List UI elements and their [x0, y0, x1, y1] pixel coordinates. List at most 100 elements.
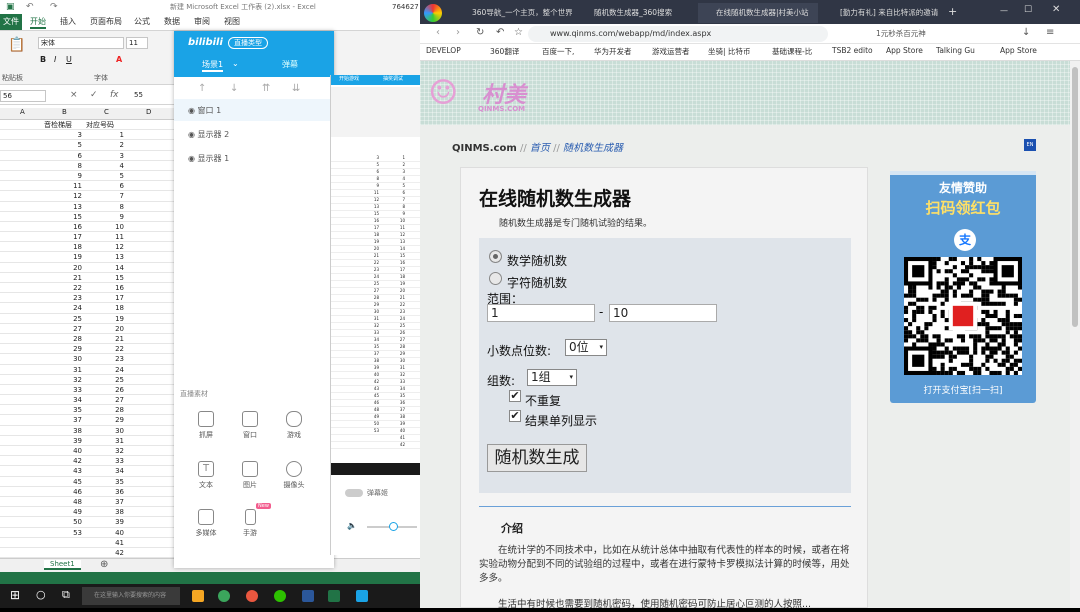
italic-icon[interactable]: I	[54, 55, 56, 64]
cell-b[interactable]: 30	[44, 354, 82, 364]
cell-c[interactable]: 20	[86, 324, 124, 334]
tab-view[interactable]: 视图	[224, 16, 240, 27]
tab-danmaku[interactable]: 弹幕	[282, 59, 298, 70]
cortana-icon[interactable]: ○	[36, 588, 46, 601]
maximize-icon[interactable]: ☐	[1024, 5, 1032, 15]
cell-b[interactable]: 33	[44, 385, 82, 395]
function-icon[interactable]: fx	[110, 90, 119, 100]
cell-b[interactable]: 9	[44, 171, 82, 181]
column-a[interactable]: A	[20, 108, 25, 116]
decimal-select[interactable]: 0位 ▾	[565, 339, 607, 356]
bookmark[interactable]: App Store	[1000, 46, 1037, 55]
new-tab-icon[interactable]: +	[948, 5, 957, 18]
font-name-select[interactable]: 宋体	[38, 37, 124, 49]
eye-icon[interactable]: ◉	[188, 106, 198, 115]
bookmark[interactable]: Talking Gu	[936, 46, 975, 55]
tab-page-layout[interactable]: 页面布局	[90, 16, 122, 27]
cell-b[interactable]: 11	[44, 181, 82, 191]
tab-scene[interactable]: 场景1	[202, 59, 224, 72]
cell-c[interactable]: 8	[86, 202, 124, 212]
cell-c[interactable]: 13	[86, 252, 124, 262]
tab-data[interactable]: 数据	[164, 16, 180, 27]
cell-c[interactable]: 3	[86, 151, 124, 161]
cell-b[interactable]: 31	[44, 365, 82, 375]
cell-c[interactable]: 1	[86, 130, 124, 140]
cell-b[interactable]: 15	[44, 212, 82, 222]
bookmark[interactable]: 360翻译	[490, 46, 519, 57]
cell-c[interactable]: 16	[86, 283, 124, 293]
volume-slider-thumb[interactable]	[389, 522, 398, 531]
cell-c[interactable]: 34	[86, 466, 124, 476]
single-column-checkbox[interactable]: ✔	[509, 410, 521, 422]
cell-c[interactable]: 21	[86, 334, 124, 344]
cell-b[interactable]: 42	[44, 456, 82, 466]
tab-review[interactable]: 审阅	[194, 16, 210, 27]
tab-file[interactable]: 文件	[0, 14, 22, 30]
cell-b[interactable]: 27	[44, 324, 82, 334]
scene-dropdown-icon[interactable]: ⌄	[232, 59, 239, 68]
cell-b[interactable]: 40	[44, 446, 82, 456]
sheet-tab[interactable]: Sheet1	[44, 560, 81, 570]
add-sheet-icon[interactable]: ⊕	[100, 559, 108, 570]
bold-icon[interactable]: B	[40, 55, 46, 64]
bookmark[interactable]: App Store	[886, 46, 923, 55]
excel-icon[interactable]	[328, 590, 340, 602]
radio-char[interactable]	[489, 272, 502, 285]
material-window[interactable]: 窗口	[230, 411, 270, 440]
minimize-icon[interactable]: —	[1000, 6, 1008, 15]
cell-c[interactable]: 32	[86, 446, 124, 456]
no-repeat-checkbox[interactable]: ✔	[509, 390, 521, 402]
cell-c[interactable]: 27	[86, 395, 124, 405]
taskbar-search-input[interactable]: 在这里输入你要搜索的内容	[82, 587, 180, 605]
font-size-select[interactable]: 11	[126, 37, 148, 49]
search-hint[interactable]: 1元秒杀百元神	[876, 28, 926, 39]
bookmark[interactable]: TSB2 edito	[832, 46, 873, 55]
bookmark[interactable]: 游戏运营者	[652, 46, 690, 57]
cell-b[interactable]: 20	[44, 263, 82, 273]
browser-tab[interactable]: [勤力有礼] 来自比特派的邀请	[822, 3, 938, 23]
cell-c[interactable]: 39	[86, 517, 124, 527]
breadcrumb-current[interactable]: 随机数生成器	[563, 143, 623, 154]
bilibili-live-icon[interactable]	[356, 590, 368, 602]
word-icon[interactable]	[302, 590, 314, 602]
bookmark[interactable]: 坐骑| 比特币	[708, 46, 750, 57]
undo-icon[interactable]: ↶	[26, 0, 34, 14]
cell-b[interactable]: 34	[44, 395, 82, 405]
move-bottom-icon[interactable]: ⇊	[292, 83, 300, 94]
cell-b[interactable]: 5	[44, 140, 82, 150]
cell-c[interactable]: 4	[86, 161, 124, 171]
cell-b[interactable]: 6	[44, 151, 82, 161]
cell-c[interactable]: 28	[86, 405, 124, 415]
cell-c[interactable]: 36	[86, 487, 124, 497]
breadcrumb-home[interactable]: 首页	[530, 143, 550, 154]
bookmark[interactable]: 百度一下,	[542, 46, 574, 57]
cell-c[interactable]: 14	[86, 263, 124, 273]
generate-button[interactable]: 随机数生成	[487, 444, 587, 472]
cell-b[interactable]: 21	[44, 273, 82, 283]
material-game[interactable]: 游戏	[274, 411, 314, 440]
task-view-icon[interactable]: ⧉	[62, 588, 70, 602]
star-icon[interactable]: ☆	[514, 27, 523, 38]
cell-grid[interactable]: 音检梯层 对应号码 3 1 5 2 6 3 8 4 9 5 11 6 12 7 13 8 15 9 16 10 17 11…	[0, 120, 175, 558]
cell-b[interactable]: 46	[44, 487, 82, 497]
file-explorer-icon[interactable]	[192, 590, 204, 602]
cell-b[interactable]: 23	[44, 293, 82, 303]
move-down-icon[interactable]: ↓	[230, 83, 238, 94]
forward-icon[interactable]: ›	[456, 27, 460, 38]
cell-b[interactable]: 53	[44, 528, 82, 538]
cell-b[interactable]: 50	[44, 517, 82, 527]
font-color-icon[interactable]: A	[116, 55, 122, 64]
cell-c[interactable]: 40	[86, 528, 124, 538]
eye-icon[interactable]: ◉	[188, 130, 198, 139]
cell-b[interactable]: 8	[44, 161, 82, 171]
cell-c[interactable]: 31	[86, 436, 124, 446]
cell-c[interactable]: 24	[86, 365, 124, 375]
cell-c[interactable]: 30	[86, 426, 124, 436]
cell-c[interactable]: 6	[86, 181, 124, 191]
column-b[interactable]: B	[62, 108, 67, 116]
bookmark[interactable]: DEVELOP	[426, 46, 461, 55]
material-capture[interactable]: 抓屏	[186, 411, 226, 440]
cell-b[interactable]: 12	[44, 191, 82, 201]
redo-icon[interactable]: ↷	[50, 0, 58, 14]
cell-b[interactable]: 17	[44, 232, 82, 242]
